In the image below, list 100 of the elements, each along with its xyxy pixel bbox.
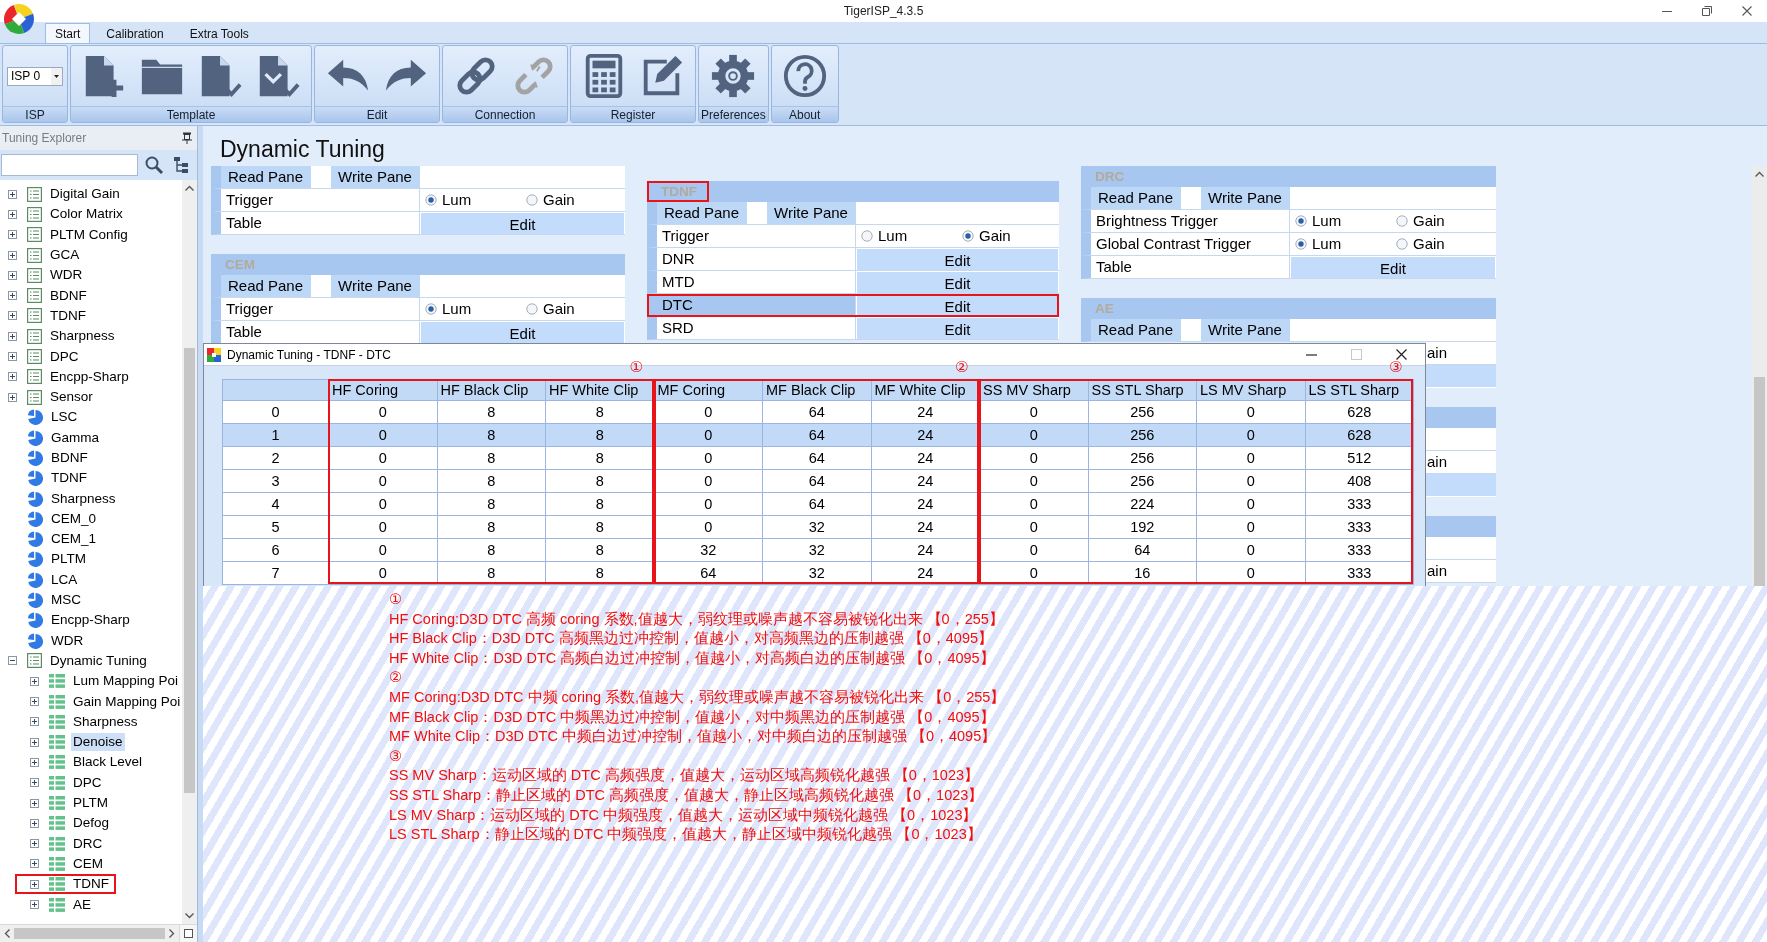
tree-item[interactable]: DPC [48,347,81,366]
expand-icon[interactable] [8,270,17,280]
expand-icon[interactable] [30,697,39,707]
expand-icon[interactable] [30,818,39,828]
table-row[interactable]: 2 0 8 8 0 64 24 0 256 0 512 [222,446,1414,470]
table-row[interactable]: 5 0 8 8 0 32 24 0 192 0 333 [222,515,1414,539]
radio-button[interactable] [425,194,437,206]
expand-icon[interactable] [8,291,17,301]
edit-button[interactable]: Edit [857,317,1058,339]
scroll-right-icon[interactable] [169,929,175,938]
radio-button[interactable] [1295,215,1307,227]
tree-item[interactable]: WDR [49,631,86,650]
pin-icon[interactable] [182,132,192,144]
tree-item[interactable]: Black Level [71,753,145,772]
tree-item[interactable]: Gamma [49,428,101,447]
tree-item[interactable]: Sensor [48,388,95,407]
radio-button[interactable] [526,194,538,206]
row-header[interactable]: 6 [222,538,329,562]
expand-icon[interactable] [8,331,17,341]
tree-item[interactable]: Sharpness [71,712,140,731]
tree-item[interactable]: Sharpness [48,327,117,346]
tree-item[interactable]: DPC [71,773,104,792]
expand-icon[interactable] [8,230,17,240]
expand-icon[interactable] [8,392,17,402]
expand-icon[interactable] [8,372,17,382]
tree-item[interactable]: TDNF [71,875,111,894]
ribbon-tab[interactable]: Calibration [96,23,174,43]
tree-item[interactable]: DRC [71,834,105,853]
tree-item[interactable]: WDR [48,266,85,285]
scrollbar-thumb[interactable] [1754,377,1765,586]
expand-icon[interactable] [8,189,17,199]
edit-button[interactable]: Edit [421,212,624,234]
tree-item[interactable]: Sharpness [49,489,118,508]
expand-icon[interactable] [30,798,39,808]
write-pane-button[interactable]: Write Pane [767,202,856,224]
read-pane-button[interactable]: Read Pane [221,275,311,297]
caret-icon[interactable] [51,67,62,85]
ribbon-tab[interactable]: Start [45,23,91,43]
expand-icon[interactable] [30,676,39,686]
expand-icon[interactable] [30,737,39,747]
row-header[interactable]: 0 [222,400,329,424]
row-header[interactable]: 3 [222,469,329,493]
tree-item[interactable]: PLTM [71,794,110,813]
scroll-up-icon[interactable] [185,185,194,191]
radio-button[interactable] [962,230,974,242]
edit-button[interactable]: Edit [857,271,1058,293]
close-icon[interactable] [1396,349,1407,360]
tree-item[interactable]: BDNF [49,449,90,467]
radio-button[interactable] [1396,238,1408,250]
radio-button[interactable] [861,230,873,242]
expand-icon[interactable] [8,250,17,260]
expand-icon[interactable] [30,900,39,910]
edit-button[interactable]: Edit [857,248,1058,270]
tree-item[interactable]: LSC [49,408,80,427]
row-header[interactable]: 1 [222,423,329,447]
tree-item[interactable]: Digital Gain [48,185,122,204]
tree-item[interactable]: Gain Mapping Poi [71,692,182,711]
tree-item[interactable]: TDNF [48,306,88,325]
table-row[interactable]: 1 0 8 8 0 64 24 0 256 0 628 [222,423,1414,447]
table-row[interactable]: 3 0 8 8 0 64 24 0 256 0 408 [222,469,1414,493]
radio-button[interactable] [1295,238,1307,250]
radio-button[interactable] [425,303,437,315]
tree-item[interactable]: Defog [71,814,112,833]
table-row[interactable]: 0 0 8 8 0 64 24 0 256 0 628 [222,400,1414,424]
close-icon[interactable] [1742,6,1752,16]
expand-icon[interactable] [30,839,39,849]
collapse-icon[interactable] [8,656,17,666]
scrollbar-thumb[interactable] [184,348,195,793]
row-header[interactable]: 2 [222,446,329,470]
tree-item[interactable]: MSC [49,591,83,610]
expand-icon[interactable] [8,352,17,361]
scroll-up-icon[interactable] [1755,171,1764,177]
tree-item[interactable]: CEM [71,854,105,873]
table-row[interactable]: 6 0 8 8 32 32 24 0 64 0 333 [222,538,1414,562]
scrollbar-thumb[interactable] [14,928,165,939]
tree-item[interactable]: CEM_0 [49,509,98,528]
expand-icon[interactable] [30,778,39,788]
expand-icon[interactable] [8,311,17,321]
expand-icon[interactable] [30,757,39,767]
tree-item[interactable]: Lum Mapping Poi [71,672,181,691]
read-pane-button[interactable]: Read Pane [657,202,747,224]
row-header[interactable]: 7 [222,561,329,585]
tree-item[interactable]: Encpp-Sharp [48,367,131,386]
tree-item[interactable]: LCA [49,570,80,589]
expand-icon[interactable] [30,859,39,869]
write-pane-button[interactable]: Write Pane [331,166,420,188]
expand-icon[interactable] [30,717,39,727]
settings-icon[interactable] [710,53,757,99]
expand-icon[interactable] [30,879,39,889]
scrollbar[interactable] [1752,166,1767,586]
write-pane-button[interactable]: Write Pane [1201,319,1290,341]
tree-item[interactable]: GCA [48,246,82,265]
radio-button[interactable] [1396,215,1408,227]
tree-item[interactable]: PLTM [49,550,88,569]
radio-button[interactable] [526,303,538,315]
write-pane-button[interactable]: Write Pane [1201,187,1290,209]
tree-item[interactable]: Encpp-Sharp [49,611,132,630]
row-header[interactable]: 4 [222,492,329,516]
search-field[interactable] [1,154,138,176]
scrollbar[interactable] [182,180,197,924]
